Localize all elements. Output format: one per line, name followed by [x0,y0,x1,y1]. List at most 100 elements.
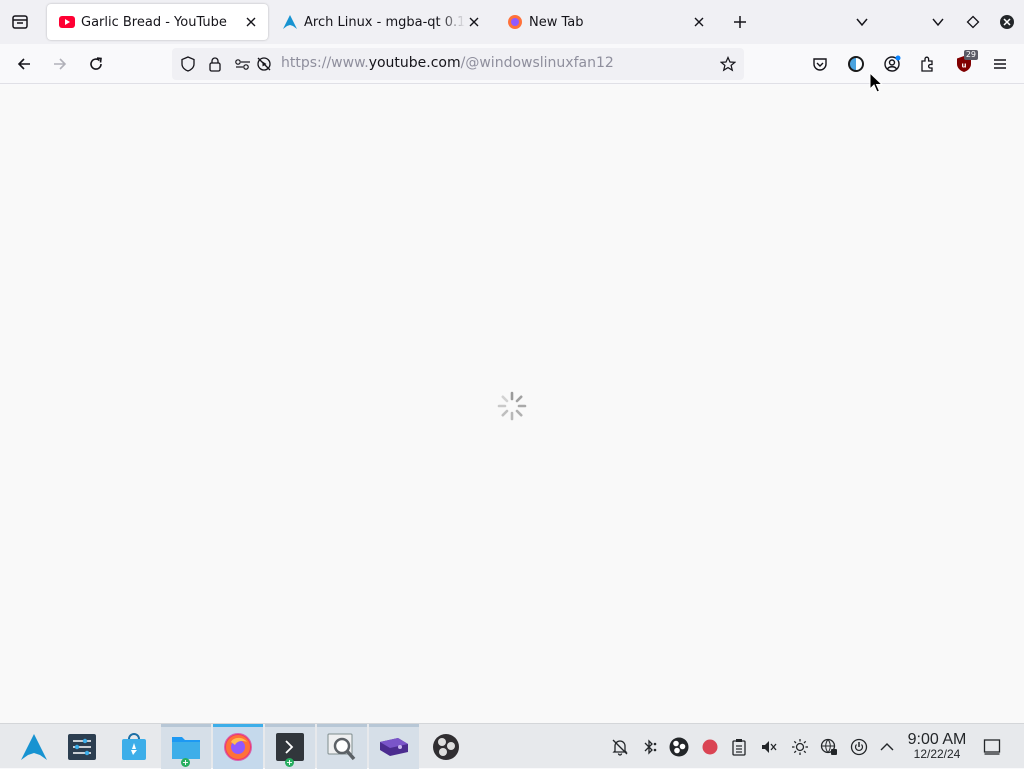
extensions-puzzle-icon [921,56,933,72]
page-content [0,85,1024,723]
firefox-view-button[interactable] [8,10,32,34]
obs-tray-icon [669,737,689,757]
network-icon [820,738,837,755]
clock-date[interactable]: 12/22/24 [900,747,974,761]
volume-muted-icon [762,741,777,753]
close-tab-icon[interactable] [465,13,483,31]
file-manager-icon [172,736,200,759]
youtube-icon [59,14,75,30]
taskbar-terminal[interactable]: + [265,724,315,769]
pocket-button[interactable] [806,50,834,78]
url-bar[interactable]: https://www.youtube.com/@windowslinuxfan… [172,48,744,80]
dark-reader-icon [848,56,864,72]
tab-title: New Tab [529,14,584,30]
notifications-muted-icon [612,739,628,756]
reload-button[interactable] [82,50,110,78]
chevron-down-icon [932,18,944,27]
chevron-down-icon [856,18,868,27]
dark-reader-button[interactable] [842,50,870,78]
terminal-icon [276,732,304,761]
lock-icon[interactable] [205,54,225,74]
back-button[interactable] [10,50,38,78]
recording-icon [702,739,718,755]
taskbar-firefox[interactable] [213,724,263,769]
recording-tray[interactable] [700,737,720,757]
app-menu-button[interactable] [986,50,1014,78]
firefox-view-icon [12,15,28,29]
tab-title: Arch Linux - mgba-qt 0.10. [304,14,465,30]
power-tray[interactable] [849,737,869,757]
reload-icon [90,57,102,70]
svg-text:u: u [962,62,967,70]
obs-studio-icon [433,733,459,760]
arrow-right-icon [54,58,67,70]
forward-button[interactable] [46,50,74,78]
arch-launcher-icon [21,733,47,760]
account-icon [884,55,901,72]
clipboard-tray[interactable] [729,737,749,757]
firefox-icon [224,732,252,761]
list-all-tabs-button[interactable] [850,10,874,34]
taskbar-obs-studio[interactable] [421,724,471,769]
taskbar-file-manager[interactable]: + [161,724,211,769]
new-tab-button[interactable] [728,10,752,34]
taskbar: + + [0,723,1024,769]
firefox-icon [507,14,523,30]
gamecube-emulator-icon [380,737,408,756]
taskbar-system-settings[interactable] [57,724,107,769]
close-icon [1000,15,1014,29]
notifications-tray[interactable] [610,737,630,757]
network-tray[interactable] [819,737,839,757]
tab-arch-linux[interactable]: Arch Linux - mgba-qt 0.10. [270,4,491,40]
close-tab-icon[interactable] [242,13,260,31]
url-domain: youtube.com [368,55,461,71]
mouse-cursor-icon [869,72,883,93]
system-settings-icon [68,733,96,760]
window-maximize-button[interactable] [961,10,985,34]
image-viewer-icon [327,733,356,760]
arrow-left-icon [17,58,30,70]
window-minimize-button[interactable] [926,10,950,34]
hamburger-menu-icon [994,59,1006,69]
taskbar-discover[interactable] [109,724,159,769]
loading-spinner-icon [497,391,527,421]
diamond-icon [966,15,980,29]
tab-strip: Garlic Bread - YouTube Arch Linux - mgba… [0,0,1024,44]
bookmark-star-icon[interactable] [718,54,738,74]
tab-youtube[interactable]: Garlic Bread - YouTube [47,4,268,40]
new-instance-badge-icon: + [285,758,294,767]
expand-tray-icon [880,743,894,751]
bluetooth-icon [644,739,657,755]
obs-tray[interactable] [669,737,689,757]
show-desktop-button[interactable] [982,737,1002,757]
volume-tray[interactable] [759,737,779,757]
window-close-button[interactable] [995,10,1019,34]
url-text[interactable]: https://www.youtube.com/@windowslinuxfan… [281,55,614,71]
tracking-protection-shield-icon[interactable] [178,54,198,74]
brightness-tray[interactable] [790,737,810,757]
url-path: /@windowslinuxfan12 [460,55,614,71]
application-launcher[interactable] [9,724,59,769]
new-instance-badge-icon: + [181,758,190,767]
brightness-icon [792,739,808,755]
ublock-origin-button[interactable]: u 29 [950,50,978,78]
close-tab-icon[interactable] [690,13,708,31]
extensions-button[interactable] [914,50,942,78]
clipboard-icon [732,739,746,756]
ublock-badge: 29 [963,50,978,60]
url-prefix: https://www. [281,55,369,71]
tab-new-tab[interactable]: New Tab [495,4,716,40]
taskbar-image-viewer[interactable] [317,724,367,769]
show-hidden-icons-button[interactable] [877,737,897,757]
arch-linux-icon [282,14,298,30]
autoplay-blocked-icon[interactable] [254,54,274,74]
pocket-icon [813,58,827,71]
power-icon [850,738,868,756]
bluetooth-tray[interactable] [639,737,659,757]
show-desktop-icon [983,739,1001,755]
permissions-icon[interactable] [233,54,253,74]
tab-title: Garlic Bread - YouTube [81,14,227,30]
taskbar-dolphin-emulator[interactable] [369,724,419,769]
discover-store-icon [122,732,146,760]
plus-icon [734,16,746,28]
